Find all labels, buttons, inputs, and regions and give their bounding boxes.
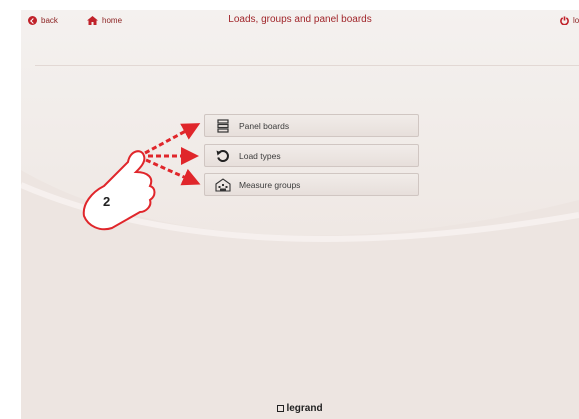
measure-groups-icon [215,177,231,192]
panel-boards-label: Panel boards [239,120,290,131]
measure-groups-button[interactable]: Measure groups [204,173,419,196]
load-types-icon [215,149,231,163]
logo-mark-icon [277,405,285,412]
panel-boards-button[interactable]: Panel boards [204,114,419,137]
page-title: Loads, groups and panel boards [228,14,372,25]
load-types-label: Load types [239,150,281,161]
legrand-logo: legrand [21,403,579,414]
logout-button[interactable]: logo [560,16,579,25]
panel-board-icon [215,118,231,133]
header-divider [35,65,579,66]
load-types-button[interactable]: Load types [204,144,419,167]
top-bar: back home Loads, groups and panel boards… [21,10,579,32]
measure-groups-label: Measure groups [239,179,301,190]
app-screen: back home Loads, groups and panel boards… [21,10,579,419]
background-swoosh [21,170,579,419]
logout-label: logo [573,16,579,25]
power-icon [560,16,569,25]
brand-label: legrand [286,403,323,414]
